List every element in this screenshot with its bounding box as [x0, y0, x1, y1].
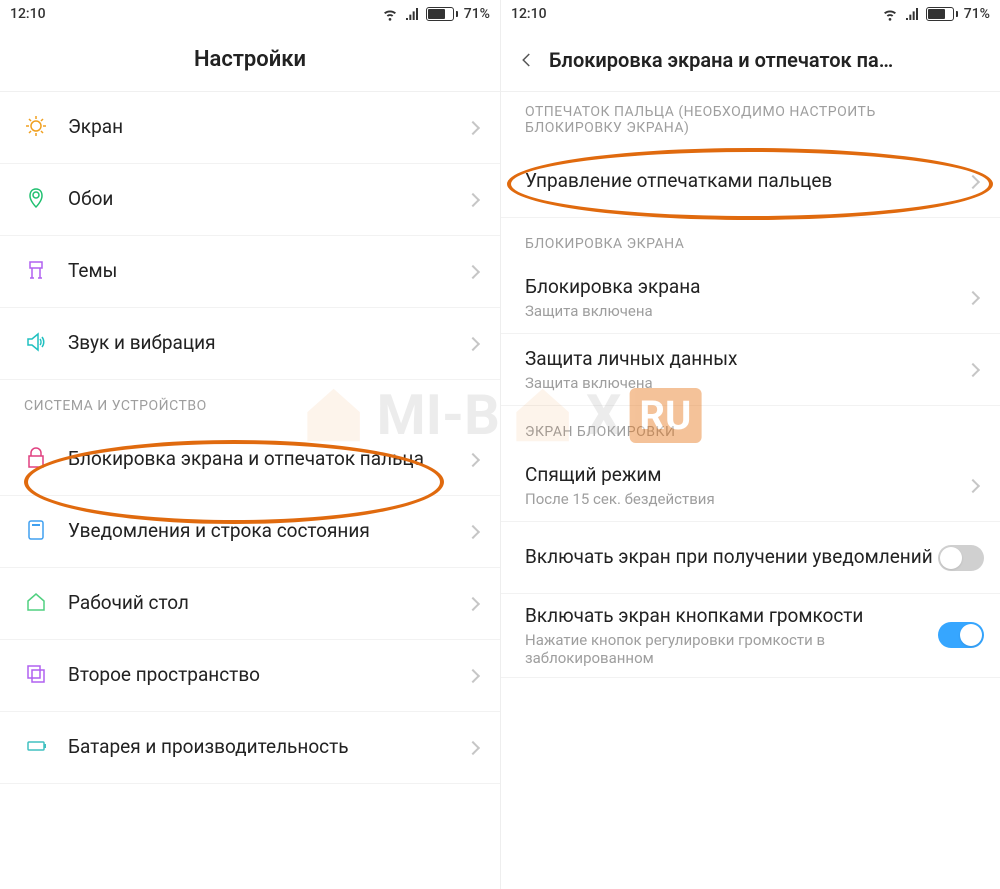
- sound-icon: [24, 330, 48, 358]
- row-label: Включать экран кнопками громкости: [525, 604, 938, 629]
- row-label: Батарея и производительность: [68, 735, 468, 760]
- status-bar: 12:10 71%: [501, 0, 1000, 28]
- row-home-screen[interactable]: Рабочий стол: [0, 568, 500, 640]
- lock-icon: [24, 446, 48, 474]
- chevron-right-icon: [466, 668, 480, 682]
- row-fingerprint-manage[interactable]: Управление отпечатками пальцев: [501, 146, 1000, 218]
- page-title: Настройки: [194, 47, 306, 72]
- chevron-right-icon: [466, 596, 480, 610]
- row-label: Включать экран при получении уведомлений: [525, 545, 938, 570]
- row-sub-label: Нажатие кнопок регулировки громкости в з…: [525, 631, 938, 667]
- chevron-right-icon: [966, 478, 980, 492]
- row-sub-label: Защита включена: [525, 302, 968, 320]
- header: Настройки: [0, 28, 500, 92]
- row-sound[interactable]: Звук и вибрация: [0, 308, 500, 380]
- back-button[interactable]: [515, 48, 539, 72]
- left-screenshot: 12:10 71% Настройки Экран: [0, 0, 500, 889]
- row-battery[interactable]: Батарея и производительность: [0, 712, 500, 784]
- row-sleep[interactable]: Спящий режим После 15 сек. бездействия: [501, 450, 1000, 522]
- display-icon: [24, 114, 48, 142]
- row-screen-lock[interactable]: Блокировка экрана Защита включена: [501, 262, 1000, 334]
- row-themes[interactable]: Темы: [0, 236, 500, 308]
- row-notifications[interactable]: Уведомления и строка состояния: [0, 496, 500, 568]
- chevron-right-icon: [966, 362, 980, 376]
- settings-list: Экран Обои Темы Звук и вибрация СИСТЕМА …: [0, 92, 500, 889]
- chevron-right-icon: [466, 192, 480, 206]
- row-label: Блокировка экрана и отпечаток пальца: [68, 447, 468, 472]
- row-label: Рабочий стол: [68, 591, 468, 616]
- row-label: Спящий режим: [525, 463, 968, 488]
- status-bar: 12:10 71%: [0, 0, 500, 28]
- wallpaper-icon: [24, 186, 48, 214]
- row-label: Управление отпечатками пальцев: [525, 169, 968, 194]
- status-right: 71%: [882, 6, 990, 22]
- toggle-wake-volume[interactable]: [938, 622, 984, 648]
- header: Блокировка экрана и отпечаток па…: [501, 28, 1000, 92]
- toggle-wake-notification[interactable]: [938, 545, 984, 571]
- section-header-lockscreen: ЭКРАН БЛОКИРОВКИ: [501, 406, 1000, 450]
- fingerprint-list: ОТПЕЧАТОК ПАЛЬЦА (НЕОБХОДИМО НАСТРОИТЬ Б…: [501, 92, 1000, 889]
- row-label: Обои: [68, 187, 468, 212]
- battery-icon: [426, 7, 458, 21]
- row-wallpaper[interactable]: Обои: [0, 164, 500, 236]
- row-wake-volume-buttons[interactable]: Включать экран кнопками громкости Нажати…: [501, 594, 1000, 678]
- battery-icon: [926, 7, 958, 21]
- status-time: 12:10: [10, 6, 46, 22]
- battery-percent: 71%: [964, 6, 990, 22]
- wifi-icon: [382, 6, 398, 22]
- battery-percent: 71%: [464, 6, 490, 22]
- status-right: 71%: [382, 6, 490, 22]
- signal-icon: [904, 6, 920, 22]
- signal-icon: [404, 6, 420, 22]
- status-time: 12:10: [511, 6, 547, 22]
- chevron-right-icon: [466, 740, 480, 754]
- row-wake-on-notification[interactable]: Включать экран при получении уведомлений: [501, 522, 1000, 594]
- chevron-right-icon: [466, 452, 480, 466]
- section-header-system: СИСТЕМА И УСТРОЙСТВО: [0, 380, 500, 424]
- row-label: Блокировка экрана: [525, 275, 968, 300]
- chevron-right-icon: [466, 336, 480, 350]
- notification-icon: [24, 518, 48, 546]
- section-header-lock: БЛОКИРОВКА ЭКРАНА: [501, 218, 1000, 262]
- row-display[interactable]: Экран: [0, 92, 500, 164]
- chevron-right-icon: [466, 524, 480, 538]
- second-space-icon: [24, 662, 48, 690]
- row-label: Экран: [68, 115, 468, 140]
- battery-icon: [24, 734, 48, 762]
- row-lockscreen-fingerprint[interactable]: Блокировка экрана и отпечаток пальца: [0, 424, 500, 496]
- chevron-right-icon: [966, 290, 980, 304]
- chevron-right-icon: [966, 174, 980, 188]
- row-label: Второе пространство: [68, 663, 468, 688]
- section-header-fingerprint: ОТПЕЧАТОК ПАЛЬЦА (НЕОБХОДИМО НАСТРОИТЬ Б…: [501, 92, 1000, 146]
- row-label: Уведомления и строка состояния: [68, 519, 468, 544]
- wifi-icon: [882, 6, 898, 22]
- row-sub-label: После 15 сек. бездействия: [525, 490, 968, 508]
- themes-icon: [24, 258, 48, 286]
- row-privacy[interactable]: Защита личных данных Защита включена: [501, 334, 1000, 406]
- chevron-right-icon: [466, 264, 480, 278]
- row-label: Защита личных данных: [525, 347, 968, 372]
- row-label: Звук и вибрация: [68, 331, 468, 356]
- chevron-right-icon: [466, 120, 480, 134]
- right-screenshot: 12:10 71% Блокировка экрана и отпечаток: [500, 0, 1000, 889]
- row-second-space[interactable]: Второе пространство: [0, 640, 500, 712]
- page-title: Блокировка экрана и отпечаток па…: [501, 48, 1000, 72]
- home-icon: [24, 590, 48, 618]
- row-label: Темы: [68, 259, 468, 284]
- row-sub-label: Защита включена: [525, 374, 968, 392]
